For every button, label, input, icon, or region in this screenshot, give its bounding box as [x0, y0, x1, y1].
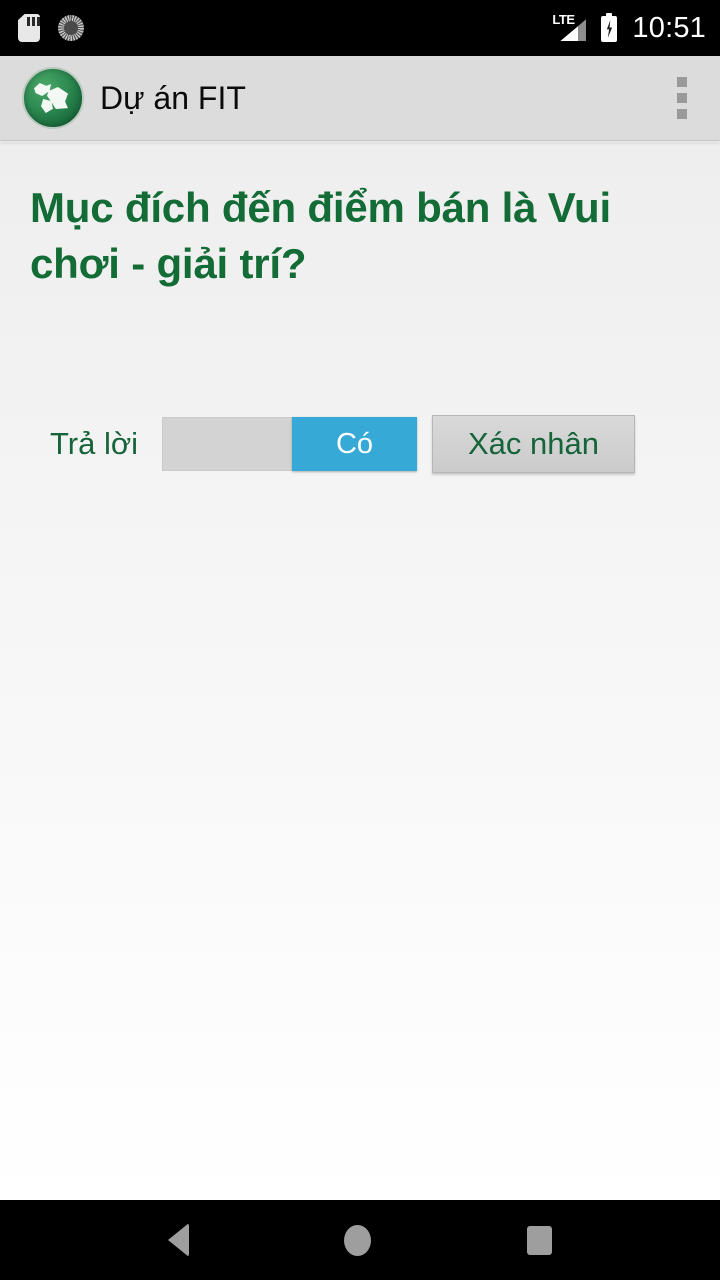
home-icon[interactable]	[344, 1224, 372, 1256]
sync-spinner-icon	[58, 15, 84, 41]
main-content: Mục đích đến điểm bán là Vui chơi - giải…	[0, 142, 720, 1200]
answer-row: Trả lời Có Xác nhân	[0, 404, 720, 484]
android-nav-bar	[0, 1200, 720, 1280]
status-bar-right-icons: LTE 10:51	[552, 13, 706, 43]
battery-charging-icon	[600, 13, 618, 43]
app-bar: Dự án FIT	[0, 56, 720, 141]
signal-bars-icon: LTE	[552, 12, 587, 43]
question-title: Mục đích đến điểm bán là Vui chơi - giải…	[30, 184, 611, 287]
network-type-label: LTE	[552, 12, 575, 27]
app-bar-title: Dự án FIT	[100, 80, 246, 116]
sd-card-icon	[18, 14, 40, 42]
recents-icon[interactable]	[527, 1225, 553, 1255]
status-bar: LTE 10:51	[0, 0, 720, 56]
status-bar-clock: 10:51	[632, 11, 706, 44]
answer-label: Trả lời	[50, 426, 139, 461]
app-globe-logo-icon	[22, 67, 84, 129]
confirm-button[interactable]: Xác nhân	[432, 415, 635, 473]
status-bar-left-icons	[18, 14, 84, 42]
switch-thumb[interactable]: Có	[292, 417, 417, 471]
answer-toggle-switch[interactable]: Có	[162, 417, 417, 471]
phone-screen: LTE 10:51 Dự án FIT Mục đích đến điểm bá…	[0, 0, 720, 1280]
back-icon[interactable]	[167, 1223, 189, 1257]
switch-state-label: Có	[335, 428, 374, 460]
overflow-menu-icon[interactable]	[662, 69, 702, 127]
